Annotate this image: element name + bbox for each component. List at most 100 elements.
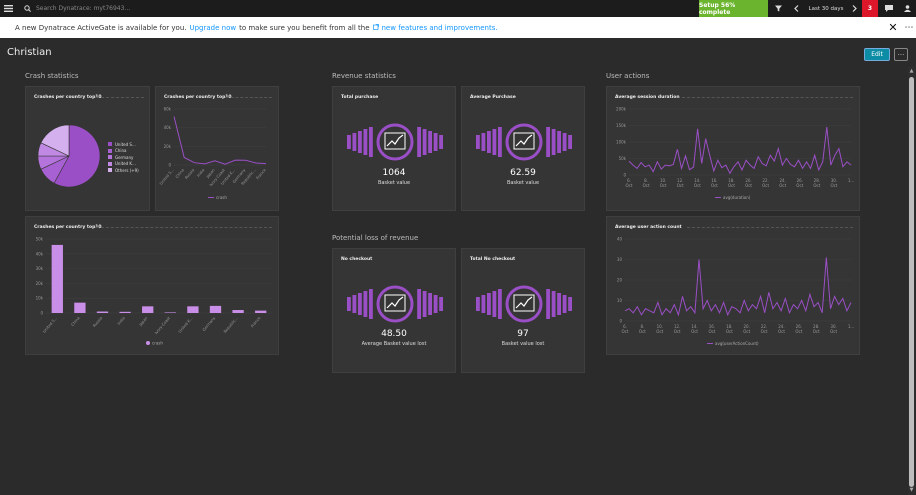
chart-ring [376, 123, 414, 161]
upgrade-now-link[interactable]: Upgrade now [189, 24, 236, 32]
x-tick-label: 16. Oct [708, 324, 715, 334]
x-tick-label-part: Oct [761, 329, 768, 334]
x-tick-label-part: Oct [830, 183, 837, 188]
x-tick-label: 22. Oct [761, 324, 768, 334]
search-input[interactable]: Search Dynatrace: myt76943... [36, 5, 636, 12]
x-tick-label: Republic... [222, 315, 239, 333]
line-chart-country: 020k40k60kUnited S... ChinaRussia India Jap… [158, 107, 267, 201]
x-tick-label: 12. Oct [677, 178, 684, 188]
x-tick-label-part: Oct [795, 329, 802, 334]
x-tick-label: 28. Oct [813, 324, 820, 334]
bar-decor [481, 133, 486, 151]
scroll-down-icon[interactable]: ▼ [908, 487, 915, 494]
tile-crash-line[interactable]: Crashes per country top10 0 20k 40k 60k Unit… [155, 86, 279, 211]
bar-decor [481, 295, 486, 313]
x-tick-label: 22. Oct [762, 178, 769, 188]
tile-title: Average Purchase [470, 95, 516, 100]
user-icon[interactable] [899, 0, 915, 17]
tile-crash-pie[interactable]: Crashes per country top10 United S... Chi… [25, 86, 150, 211]
chat-icon[interactable] [881, 0, 897, 17]
bar-decor [347, 297, 351, 311]
legend-swatch [108, 161, 112, 166]
y-tick-label: 0 [168, 163, 171, 168]
search-icon[interactable] [20, 0, 34, 17]
y-tick-label: 20 [617, 278, 623, 283]
y-tick-label: 100k [616, 140, 627, 145]
bar-decor [428, 131, 432, 153]
x-tick-label: 16. Oct [711, 178, 718, 188]
bar-decor [551, 129, 556, 155]
close-icon[interactable]: ✕ [885, 17, 901, 38]
bar-decor [498, 127, 502, 157]
scroll-up-icon[interactable]: ▲ [908, 68, 915, 75]
x-tick-label: 18. Oct [726, 324, 733, 334]
edit-button[interactable]: Edit [864, 48, 890, 61]
dashboard-more-button[interactable]: ··· [894, 48, 908, 61]
tile-session-duration[interactable]: Average session duration 0 50k 100k 150k 200… [606, 86, 860, 211]
chevron-right-icon[interactable] [846, 0, 862, 17]
tile-average-purchase[interactable]: Average Purchase 62.59 Basket value [461, 86, 585, 211]
y-tick-label: 30 [617, 257, 623, 262]
legend-label: crash [152, 341, 163, 346]
x-tick-label-part: Oct [830, 329, 837, 334]
bar-decor [417, 127, 421, 157]
filter-icon[interactable] [770, 0, 786, 17]
bar-decor [422, 129, 427, 155]
x-tick-label-part: Oct [813, 183, 820, 188]
bar-decor [363, 291, 368, 317]
bar-decor [487, 131, 491, 153]
tile-title: No checkout [341, 257, 373, 262]
chart-ring [505, 285, 543, 323]
x-tick-label-part: Oct [813, 329, 820, 334]
x-tick-label-part: Oct [745, 183, 752, 188]
y-tick-label: 50k [36, 237, 44, 242]
x-tick-label: 14. Oct [694, 178, 701, 188]
x-tick-label: 1... [848, 178, 854, 183]
y-tick-label: 10 [617, 298, 623, 303]
legend-swatch [108, 148, 112, 153]
tile-title: Total purchase [341, 95, 379, 100]
chart-ring [376, 285, 414, 323]
timeframe-selector[interactable]: Last 30 days [804, 0, 848, 17]
tile-crash-bar[interactable]: Crashes per country top10 0 10k 20k 30k 40k 5… [25, 216, 279, 355]
legend-swatch [146, 341, 150, 345]
tile-total-no-checkout[interactable]: Total No checkout 97 Basket value lost [461, 248, 585, 373]
x-tick-label: 24. Oct [778, 324, 785, 334]
x-tick-label-part: Oct [622, 329, 629, 334]
y-tick-label: 0 [619, 319, 622, 324]
tile-action-count[interactable]: Average user action count 0 10 20 30 40 6. Oct… [606, 216, 860, 355]
banner-text: A new Dynatrace ActiveGate is available … [15, 23, 187, 32]
x-tick-label: 24. Oct [779, 178, 786, 188]
x-tick-label: India [116, 315, 126, 325]
bar-decor [369, 289, 373, 319]
y-tick-label: 0 [623, 173, 626, 178]
legend-swatch [108, 155, 112, 160]
more-icon[interactable]: ⋯ [902, 17, 916, 38]
kpi-label: Basket value [506, 180, 540, 186]
external-link-icon [372, 23, 379, 32]
x-tick-label-part: Oct [796, 183, 803, 188]
section-potential-loss: Potential loss of revenue [332, 234, 419, 242]
problems-badge[interactable]: 3 [862, 0, 878, 17]
y-tick-label: 10k [36, 296, 44, 301]
chevron-left-icon[interactable] [788, 0, 804, 17]
bar-decor [476, 297, 480, 311]
bar-decor [546, 289, 550, 319]
x-tick-label: Japan [137, 315, 149, 328]
legend-item[interactable]: Others (+9) [108, 167, 139, 174]
scrollbar-thumb[interactable] [909, 77, 914, 487]
section-user-actions: User actions [606, 72, 650, 80]
bar-decor [562, 133, 567, 151]
bar-decor [363, 129, 368, 155]
bar-decor [568, 297, 572, 311]
x-tick-label-part: Oct [656, 329, 663, 334]
legend-swatch [108, 142, 112, 147]
tile-total-purchase[interactable]: Total purchase 1064 Basket value [332, 86, 456, 211]
x-tick-label-part: Oct [660, 183, 667, 188]
tile-no-checkout[interactable]: No checkout 48.50 Average Basket value l… [332, 248, 456, 373]
x-tick-label: Ivory Coast [153, 315, 171, 335]
action-count-chart: 0 10 20 30 40 6. Oct 8. Oct 10. Oct 12. Oct 14. Oct 16.… [617, 237, 854, 347]
features-link[interactable]: new features and improvements. [382, 24, 498, 32]
setup-progress-button[interactable]: Setup 56% complete [699, 0, 768, 17]
menu-icon[interactable] [0, 0, 16, 17]
